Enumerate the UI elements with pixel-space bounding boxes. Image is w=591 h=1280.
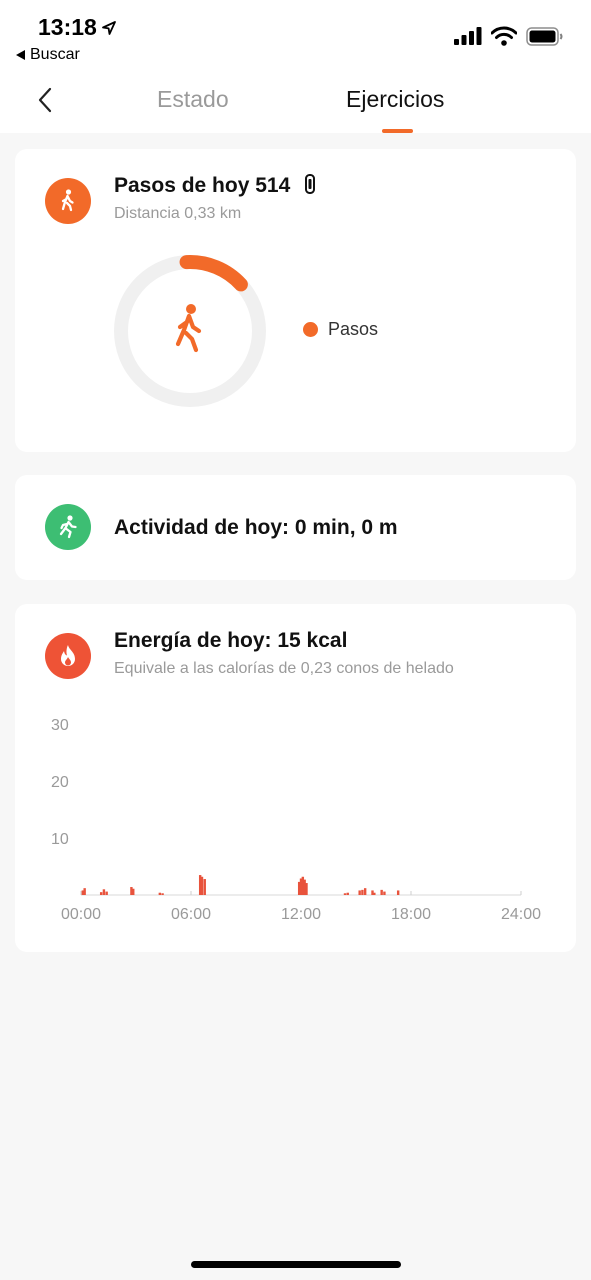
energy-bar [203, 879, 206, 895]
steps-title-text: Pasos de hoy 514 [114, 174, 291, 197]
activity-card[interactable]: Actividad de hoy: 0 min, 0 m [15, 475, 576, 580]
flame-icon [45, 633, 91, 679]
x-tick-label: 12:00 [281, 906, 321, 923]
wifi-icon [491, 26, 517, 46]
energy-bar [373, 892, 376, 895]
y-tick-label: 10 [51, 831, 69, 848]
energy-bar [343, 893, 347, 895]
energy-bar [132, 888, 135, 895]
back-app-label: Buscar [30, 46, 80, 63]
energy-bar [396, 890, 400, 895]
energy-bar [99, 892, 103, 895]
steps-distance: Distancia 0,33 km [114, 205, 242, 222]
steps-progress-ring [114, 255, 266, 407]
home-indicator[interactable] [191, 1261, 401, 1268]
cellular-signal-icon [454, 27, 482, 45]
chevron-left-icon[interactable] [34, 86, 58, 114]
status-bar-time: 13:18 [38, 14, 117, 41]
energy-card[interactable]: Energía de hoy: 15 kcal Equivale a las c… [15, 604, 576, 952]
x-tick-label: 00:00 [61, 906, 101, 923]
energy-bar [383, 891, 386, 895]
x-tick-label: 18:00 [391, 906, 431, 923]
energy-bar [363, 888, 367, 895]
top-header: 13:18 Buscar Estado Ejercicios [0, 0, 591, 133]
walking-person-icon [45, 178, 91, 224]
energy-title: Energía de hoy: 15 kcal [114, 629, 348, 652]
walking-figure-icon [175, 304, 202, 353]
running-person-icon [45, 504, 91, 550]
energy-bar [161, 893, 164, 895]
energy-bar [200, 876, 204, 895]
legend-dot [303, 322, 318, 337]
activity-title: Actividad de hoy: 0 min, 0 m [114, 516, 398, 539]
steps-legend: Pasos [303, 319, 378, 340]
energy-bar [102, 889, 106, 895]
energy-chart: 10 20 30 00:00 06:00 12:00 18:00 24:00 [51, 717, 541, 923]
tab-ejercicios[interactable]: Ejercicios [346, 86, 444, 113]
energy-bar [361, 889, 364, 895]
y-tick-label: 30 [51, 717, 69, 734]
x-tick-label: 06:00 [171, 906, 211, 923]
location-arrow-icon [101, 20, 116, 35]
energy-bar [346, 892, 349, 895]
steps-card[interactable]: Pasos de hoy 514 Distancia 0,33 km Pasos [15, 149, 576, 452]
energy-bar [158, 892, 162, 895]
status-icons [454, 26, 563, 46]
battery-icon [526, 26, 563, 46]
band-device-icon [305, 174, 316, 194]
steps-title: Pasos de hoy 514 [114, 174, 316, 198]
back-triangle-icon [16, 50, 25, 60]
legend-label: Pasos [328, 319, 379, 339]
y-tick-label: 20 [51, 774, 69, 791]
energy-bar [105, 891, 108, 895]
energy-bar [305, 883, 308, 895]
back-to-app-link[interactable]: Buscar [16, 46, 80, 64]
energy-subtitle: Equivale a las calorías de 0,23 conos de… [114, 660, 454, 677]
energy-bar [358, 890, 361, 895]
time-text: 13:18 [38, 14, 97, 40]
tab-estado[interactable]: Estado [157, 86, 229, 113]
energy-bar [83, 888, 86, 895]
steps-progress-arc [179, 255, 248, 292]
active-tab-indicator [382, 129, 413, 133]
energy-bar [380, 889, 383, 895]
x-tick-label: 24:00 [501, 906, 541, 923]
